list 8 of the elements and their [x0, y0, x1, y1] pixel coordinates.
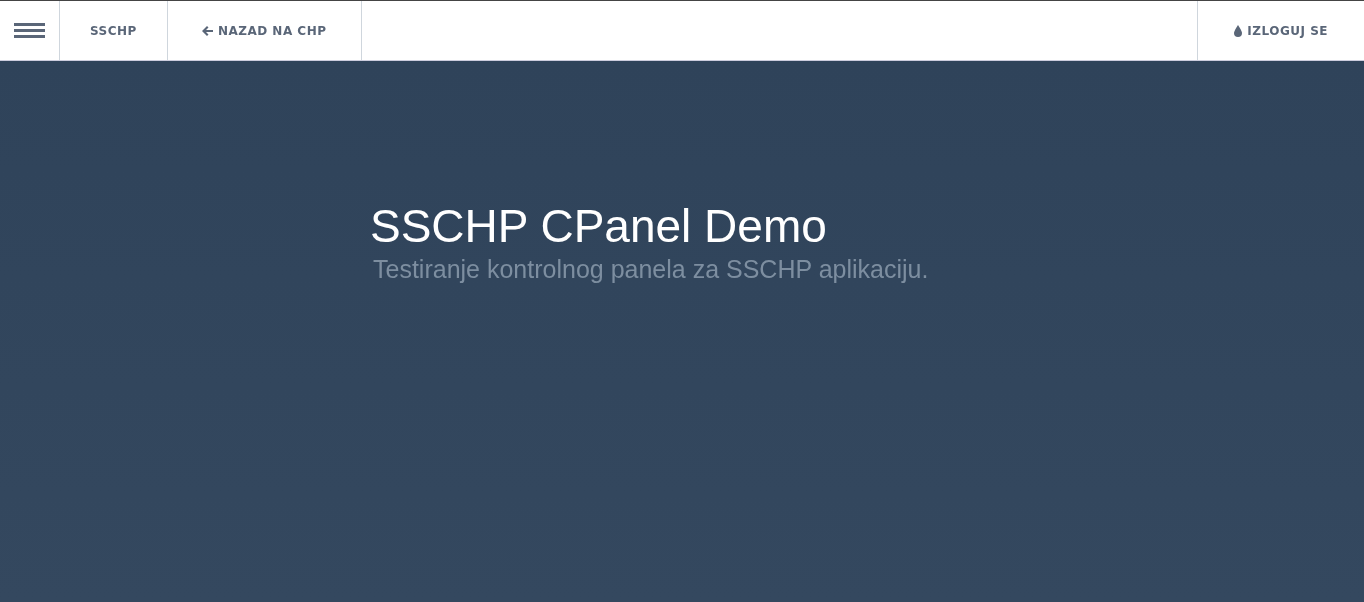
arrow-left-icon: [201, 25, 213, 36]
brand-link[interactable]: SSCHP: [60, 1, 168, 60]
logout-link[interactable]: IZLOGUJ SE: [1197, 1, 1364, 60]
hero-subtitle: Testiranje kontrolnog panela za SSCHP aplikaciju.: [373, 255, 930, 284]
hero-title: SSCHP CPanel Demo: [370, 199, 828, 253]
menu-icon: [14, 23, 45, 38]
back-link[interactable]: NAZAD NA CHP: [167, 1, 362, 60]
drop-icon: [1234, 24, 1243, 37]
